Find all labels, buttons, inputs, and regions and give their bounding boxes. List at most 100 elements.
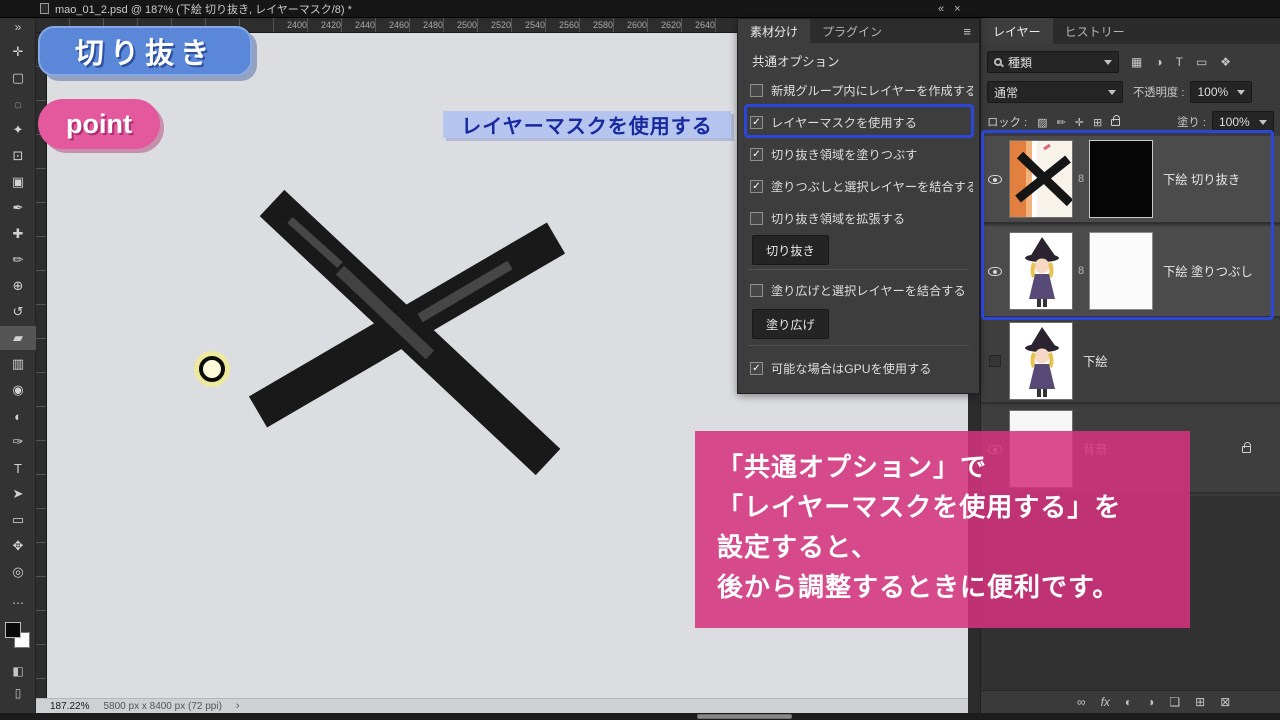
type-tool[interactable]: T bbox=[0, 456, 36, 480]
blend-mode-dropdown[interactable]: 通常 bbox=[987, 81, 1123, 103]
lock-artboard-icon[interactable]: ⊞ bbox=[1093, 116, 1102, 129]
shape-filter-icon[interactable]: ▭ bbox=[1196, 55, 1207, 69]
new-layer-icon[interactable]: ⊞ bbox=[1195, 695, 1205, 709]
layer-row-fill[interactable]: 8 下絵 塗りつぶし bbox=[981, 226, 1280, 318]
tab-material-split[interactable]: 素材分け bbox=[738, 19, 810, 43]
checkbox-icon[interactable] bbox=[750, 284, 763, 297]
gradient-tool[interactable]: ▥ bbox=[0, 352, 36, 376]
link-layers-icon[interactable]: ∞ bbox=[1077, 695, 1086, 709]
hand-tool[interactable]: ✥ bbox=[0, 534, 36, 558]
lasso-tool[interactable]: ◌ bbox=[0, 92, 36, 116]
visibility-eye-icon[interactable] bbox=[988, 175, 1002, 184]
document-info: 5800 px x 8400 px (72 ppi) bbox=[103, 701, 221, 712]
option-merge-spread-selection[interactable]: 塗り広げと選択レイヤーを結合する bbox=[750, 277, 973, 303]
option-use-gpu[interactable]: 可能な場合はGPUを使用する bbox=[750, 355, 973, 381]
layer-name[interactable]: 下絵 bbox=[1083, 352, 1108, 370]
tab-history[interactable]: ヒストリー bbox=[1053, 18, 1137, 44]
layer-mask-icon[interactable]: ◐ bbox=[1125, 695, 1132, 709]
horizontal-scrollbar[interactable] bbox=[0, 713, 1280, 720]
path-select-tool[interactable]: ➤ bbox=[0, 482, 36, 506]
checkbox-icon[interactable] bbox=[750, 148, 763, 161]
canvas-highlight-label: レイヤーマスクを使用する bbox=[443, 111, 731, 138]
pen-tool[interactable]: ✑ bbox=[0, 430, 36, 454]
horizontal-scrollbar-thumb[interactable] bbox=[697, 714, 792, 719]
lock-row: ロック : ▨ ✏ ✛ ⊞ 塗り : 100% bbox=[987, 110, 1274, 134]
option-label: レイヤーマスクを使用する bbox=[771, 113, 917, 131]
lock-position-icon[interactable]: ✛ bbox=[1075, 116, 1084, 129]
tab-plugin[interactable]: プラグイン bbox=[810, 19, 894, 43]
checkbox-icon[interactable] bbox=[750, 84, 763, 97]
option-use-layer-mask[interactable]: レイヤーマスクを使用する bbox=[750, 109, 973, 135]
lock-paint-icon[interactable]: ✏ bbox=[1057, 116, 1066, 129]
layer-name[interactable]: 下絵 切り抜き bbox=[1163, 170, 1240, 188]
checkbox-icon[interactable] bbox=[750, 116, 763, 129]
option-label: 可能な場合はGPUを使用する bbox=[771, 359, 931, 377]
marquee-tool[interactable]: ▢ bbox=[0, 66, 36, 90]
close-panel-icon[interactable]: × bbox=[954, 3, 960, 15]
color-swatches[interactable] bbox=[5, 622, 32, 652]
quick-select-tool[interactable]: ✦ bbox=[0, 118, 36, 142]
adjustment-filter-icon[interactable]: ◑ bbox=[1155, 55, 1162, 69]
spread-button[interactable]: 塗り広げ bbox=[752, 309, 829, 339]
opacity-dropdown[interactable]: 100% bbox=[1190, 81, 1252, 103]
layer-row-sketch[interactable]: 下絵 bbox=[981, 320, 1280, 404]
smart-object-filter-icon[interactable]: ❖ bbox=[1220, 55, 1231, 69]
layer-thumbnail[interactable] bbox=[1009, 140, 1073, 218]
quick-mask-icon[interactable]: ◧ bbox=[0, 664, 36, 678]
layer-filter-dropdown[interactable]: 種類 bbox=[987, 51, 1119, 73]
new-group-icon[interactable]: ❏ bbox=[1169, 695, 1180, 709]
status-chevron-icon[interactable]: › bbox=[236, 700, 240, 712]
checkbox-icon[interactable] bbox=[750, 212, 763, 225]
ruler-label: 2540 bbox=[518, 18, 552, 32]
cutout-button[interactable]: 切り抜き bbox=[752, 235, 829, 265]
delete-layer-icon[interactable]: ⊠ bbox=[1220, 695, 1230, 709]
checkbox-icon[interactable] bbox=[750, 180, 763, 193]
brush-tool[interactable]: ✏ bbox=[0, 248, 36, 272]
layer-thumbnail[interactable] bbox=[1009, 232, 1073, 310]
fill-dropdown[interactable]: 100% bbox=[1212, 111, 1274, 133]
move-tool[interactable]: ✛ bbox=[0, 40, 36, 64]
zoom-level[interactable]: 187.22% bbox=[50, 701, 89, 712]
blur-tool[interactable]: ◉ bbox=[0, 378, 36, 402]
mask-link-icon[interactable]: 8 bbox=[1073, 265, 1089, 277]
mask-link-icon[interactable]: 8 bbox=[1073, 173, 1089, 185]
lock-transparent-icon[interactable]: ▨ bbox=[1037, 116, 1047, 129]
screen-mode-icon[interactable]: ▯ bbox=[0, 686, 36, 700]
pixel-filter-icon[interactable]: ▦ bbox=[1131, 55, 1142, 69]
layer-row-cutout[interactable]: 8 下絵 切り抜き bbox=[981, 136, 1280, 224]
option-create-group[interactable]: 新規グループ内にレイヤーを作成する bbox=[750, 77, 973, 103]
eyedropper-tool[interactable]: ✒ bbox=[0, 196, 36, 220]
adjustment-layer-icon[interactable]: ◑ bbox=[1147, 695, 1154, 709]
layer-thumbnail[interactable] bbox=[1009, 322, 1073, 400]
layer-mask-thumbnail[interactable] bbox=[1089, 140, 1153, 218]
history-brush-tool[interactable]: ↺ bbox=[0, 300, 36, 324]
option-merge-fill-selection[interactable]: 塗りつぶしと選択レイヤーを結合する bbox=[750, 173, 973, 199]
visibility-eye-icon[interactable] bbox=[988, 267, 1002, 276]
type-filter-icon[interactable]: T bbox=[1176, 55, 1183, 69]
panel-menu-icon[interactable]: ≡ bbox=[955, 19, 979, 43]
healing-tool[interactable]: ✚ bbox=[0, 222, 36, 246]
visibility-empty-icon[interactable] bbox=[989, 355, 1001, 367]
layer-mask-thumbnail[interactable] bbox=[1089, 232, 1153, 310]
edit-toolbar-icon[interactable]: ⋯ bbox=[0, 596, 36, 610]
foreground-color-swatch[interactable] bbox=[5, 622, 21, 638]
crop-tool[interactable]: ⊡ bbox=[0, 144, 36, 168]
layer-name[interactable]: 下絵 塗りつぶし bbox=[1163, 262, 1253, 280]
option-label: 塗りつぶしと選択レイヤーを結合する bbox=[771, 177, 973, 195]
checkbox-icon[interactable] bbox=[750, 362, 763, 375]
zoom-tool[interactable]: ◎ bbox=[0, 560, 36, 584]
shape-tool[interactable]: ▭ bbox=[0, 508, 36, 532]
layer-effects-icon[interactable]: fx bbox=[1101, 695, 1110, 709]
option-expand-cut-area[interactable]: 切り抜き領域を拡張する bbox=[750, 205, 973, 231]
toolbar-collapse-icon[interactable]: » bbox=[0, 20, 36, 34]
tab-layers[interactable]: レイヤー bbox=[981, 18, 1053, 44]
lock-all-icon[interactable] bbox=[1111, 119, 1120, 126]
collapse-panel-icon[interactable]: « bbox=[938, 3, 944, 15]
ruler-label: 2620 bbox=[654, 18, 688, 32]
dodge-tool[interactable]: ◐ bbox=[0, 404, 36, 428]
frame-tool[interactable]: ▣ bbox=[0, 170, 36, 194]
clone-stamp-tool[interactable]: ⊕ bbox=[0, 274, 36, 298]
option-fill-cut-area[interactable]: 切り抜き領域を塗りつぶす bbox=[750, 141, 973, 167]
eraser-tool[interactable]: ▰ bbox=[0, 326, 36, 350]
chevron-down-icon bbox=[1237, 90, 1245, 95]
